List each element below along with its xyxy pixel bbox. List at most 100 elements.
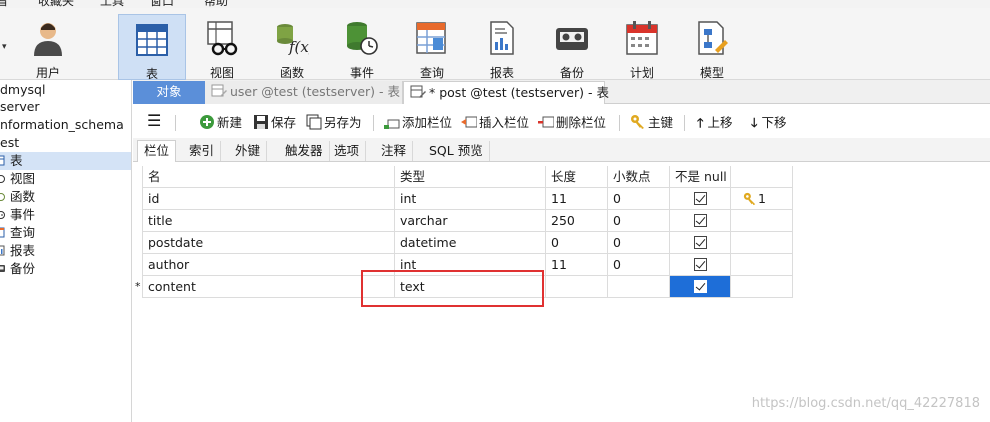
ribbon-table-button[interactable]: 表 — [118, 14, 186, 81]
header-not-null[interactable]: 不是 null — [670, 166, 731, 188]
field-decimals-cell[interactable]: 0 — [608, 254, 670, 276]
ribbon-function-button[interactable]: f(x) 函数 — [258, 14, 326, 80]
save-button[interactable]: 保存 — [253, 114, 296, 132]
table-row[interactable]: id int 11 0 1 — [133, 188, 793, 210]
menu-bar: 看 收藏夹 工具 窗口 帮助 — [0, 0, 990, 8]
tree-node-functions[interactable]: 函数 — [0, 188, 35, 206]
backup-icon — [0, 265, 5, 272]
tree-node-information-schema[interactable]: nformation_schema — [0, 116, 124, 134]
add-field-button[interactable]: 添加栏位 — [384, 114, 452, 132]
field-key-cell[interactable] — [731, 232, 793, 254]
tree-node-label: 报表 — [10, 243, 36, 258]
tab-sql-preview[interactable]: SQL 预览 — [423, 141, 490, 161]
tab-foreign-keys[interactable]: 外键 — [229, 141, 268, 161]
field-decimals-cell[interactable]: 0 — [608, 188, 670, 210]
insert-field-button[interactable]: 插入栏位 — [461, 114, 529, 132]
field-name-cell[interactable]: content — [143, 276, 395, 298]
ribbon-query-button[interactable]: 查询 — [398, 14, 466, 80]
not-null-checkbox[interactable] — [694, 236, 707, 249]
field-not-null-cell[interactable] — [670, 232, 731, 254]
tree-node-label: 事件 — [10, 207, 36, 222]
field-type-cell[interactable]: datetime — [395, 232, 546, 254]
ribbon-schedule-label: 计划 — [629, 66, 654, 80]
tab-comment[interactable]: 注释 — [375, 141, 414, 161]
tree-node-server[interactable]: server — [0, 98, 40, 116]
ribbon-schedule-button[interactable]: 计划 — [608, 14, 676, 80]
move-up-button-label: 上移 — [707, 115, 733, 130]
ribbon-backup-button[interactable]: 备份 — [538, 14, 606, 80]
move-up-button[interactable]: 🡑 上移 — [697, 114, 733, 132]
header-name[interactable]: 名 — [143, 166, 395, 188]
field-not-null-cell[interactable] — [670, 254, 731, 276]
tab-fields[interactable]: 栏位 — [137, 140, 177, 162]
tab-options[interactable]: 选项 — [328, 141, 367, 161]
tab-post-table[interactable]: * post @test (testserver) - 表 — [403, 81, 609, 104]
tab-objects[interactable]: 对象 — [133, 81, 205, 104]
ribbon-report-button[interactable]: 报表 — [468, 14, 536, 80]
tree-node-events[interactable]: 事件 — [0, 206, 35, 224]
document-tab-bar: 对象 user @test (testserver) - 表 * post @t… — [133, 80, 990, 104]
new-button[interactable]: 新建 — [199, 114, 242, 132]
tree-node-tables[interactable]: 表 — [0, 152, 131, 170]
ribbon-model-button[interactable]: 模型 — [678, 14, 746, 80]
tree-node-label: 视图 — [10, 171, 36, 186]
field-decimals-cell[interactable] — [608, 276, 670, 298]
chevron-down-icon[interactable]: ▾ — [2, 42, 7, 52]
key-order: 1 — [758, 191, 766, 206]
tree-node-test-db[interactable]: est — [0, 134, 19, 152]
table-row[interactable]: postdate datetime 0 0 — [133, 232, 793, 254]
save-as-button[interactable]: 另存为 — [306, 114, 362, 132]
move-down-button[interactable]: 🡓 下移 — [751, 114, 787, 132]
field-length-cell[interactable]: 11 — [546, 254, 608, 276]
field-type-cell[interactable]: varchar — [395, 210, 546, 232]
tree-node-reports[interactable]: 报表 — [0, 242, 35, 260]
ribbon-user-button[interactable]: 用户 — [14, 14, 82, 80]
not-null-checkbox[interactable] — [694, 192, 707, 205]
field-not-null-cell[interactable] — [670, 210, 731, 232]
ribbon-event-label: 事件 — [349, 66, 374, 80]
primary-key-button[interactable]: 主键 — [630, 114, 673, 132]
ribbon-event-button[interactable]: 事件 — [328, 14, 396, 80]
field-name-cell[interactable]: title — [143, 210, 395, 232]
query-icon — [416, 22, 446, 54]
tab-user-table[interactable]: user @test (testserver) - 表 — [205, 81, 403, 104]
tree-node-views[interactable]: 视图 — [0, 170, 35, 188]
header-length[interactable]: 长度 — [546, 166, 608, 188]
ribbon-view-button[interactable]: 视图 — [188, 14, 256, 80]
field-key-cell[interactable]: 1 — [731, 188, 793, 210]
tree-node-queries[interactable]: 查询 — [0, 224, 35, 242]
field-length-cell[interactable]: 11 — [546, 188, 608, 210]
field-name-cell[interactable]: postdate — [143, 232, 395, 254]
field-key-cell[interactable] — [731, 210, 793, 232]
field-length-cell[interactable]: 0 — [546, 232, 608, 254]
watermark-text: https://blog.csdn.net/qq_42227818 — [751, 396, 980, 411]
field-key-cell[interactable] — [731, 254, 793, 276]
not-null-checkbox[interactable] — [694, 258, 707, 271]
field-not-null-cell[interactable] — [670, 188, 731, 210]
tab-triggers[interactable]: 触发器 — [279, 141, 330, 161]
not-null-checkbox[interactable] — [694, 280, 707, 293]
delete-field-button[interactable]: 删除栏位 — [538, 114, 606, 132]
field-decimals-cell[interactable]: 0 — [608, 210, 670, 232]
not-null-checkbox[interactable] — [694, 214, 707, 227]
field-not-null-cell[interactable] — [670, 276, 731, 298]
tree-node-label: server — [0, 99, 40, 114]
row-indicator — [133, 210, 143, 232]
field-name-cell[interactable]: id — [143, 188, 395, 210]
table-icon — [136, 24, 168, 56]
tab-indexes[interactable]: 索引 — [183, 141, 222, 161]
field-type-cell[interactable]: int — [395, 188, 546, 210]
field-name-cell[interactable]: author — [143, 254, 395, 276]
tree-node-connection[interactable]: dmysql — [0, 81, 45, 99]
hamburger-menu-icon[interactable]: ☰ — [147, 112, 161, 130]
report-icon — [0, 245, 5, 256]
field-length-cell[interactable] — [546, 276, 608, 298]
field-decimals-cell[interactable]: 0 — [608, 232, 670, 254]
row-indicator — [133, 232, 143, 254]
header-type[interactable]: 类型 — [395, 166, 546, 188]
field-length-cell[interactable]: 250 — [546, 210, 608, 232]
header-decimals[interactable]: 小数点 — [608, 166, 670, 188]
tree-node-backups[interactable]: 备份 — [0, 260, 35, 278]
table-row[interactable]: title varchar 250 0 — [133, 210, 793, 232]
field-key-cell[interactable] — [731, 276, 793, 298]
